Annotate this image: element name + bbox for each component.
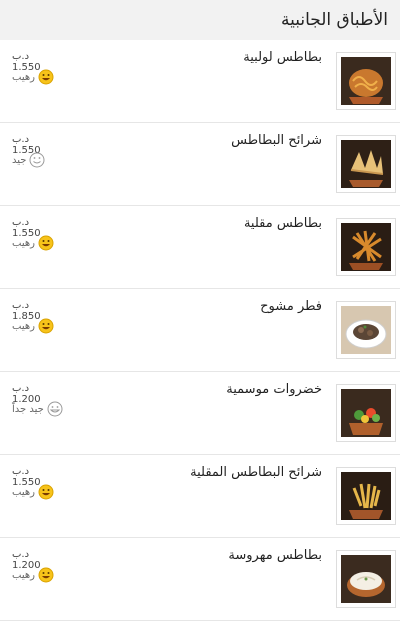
dish-name: خضروات موسمية — [226, 382, 322, 397]
happy-face-icon — [38, 567, 54, 583]
section-header: الأطباق الجانبية — [0, 0, 400, 40]
currency-label: د.ب — [12, 466, 30, 477]
rating-label: رهيب — [12, 320, 35, 332]
rating-label: جيد جداً — [12, 403, 44, 415]
happy-face-icon — [38, 484, 54, 500]
menu-item-row[interactable]: فطر مشوح د.ب 1.850 رهيب — [0, 289, 400, 372]
menu-list: بطاطس لولبية د.ب 1.550 رهيب شرائح البطاط… — [0, 40, 400, 621]
menu-item-row[interactable]: بطاطس مقلية د.ب 1.550 رهيب — [0, 206, 400, 289]
happy-face-icon — [38, 235, 54, 251]
dish-name: فطر مشوح — [260, 299, 322, 314]
section-title: الأطباق الجانبية — [280, 10, 388, 30]
rating-label: جيد — [12, 154, 27, 166]
happy-face-icon — [38, 69, 54, 85]
potato-wedges-image — [341, 140, 391, 188]
dish-thumbnail[interactable] — [336, 135, 396, 193]
seasonal-vegetables-image — [341, 389, 391, 437]
smile-face-icon — [29, 152, 45, 168]
rating: رهيب — [12, 318, 54, 334]
rating-label: رهيب — [12, 486, 35, 498]
currency-label: د.ب — [12, 51, 30, 62]
french-fries-image — [341, 223, 391, 271]
dish-name: شرائح البطاطس — [231, 133, 322, 148]
dish-thumbnail[interactable] — [336, 384, 396, 442]
rating: رهيب — [12, 567, 54, 583]
dish-name: شرائح البطاطس المقلية — [190, 465, 322, 480]
currency-label: د.ب — [12, 383, 30, 394]
rating-label: رهيب — [12, 237, 35, 249]
dish-name: بطاطس مهروسة — [228, 548, 322, 563]
menu-item-row[interactable]: خضروات موسمية د.ب 1.200 جيد جداً — [0, 372, 400, 455]
fried-potato-slices-image — [341, 472, 391, 520]
menu-item-row[interactable]: بطاطس لولبية د.ب 1.550 رهيب — [0, 40, 400, 123]
currency-label: د.ب — [12, 300, 30, 311]
dish-thumbnail[interactable] — [336, 218, 396, 276]
grin-face-icon — [47, 401, 63, 417]
dish-name: بطاطس لولبية — [243, 50, 322, 65]
sauteed-mushrooms-image — [341, 306, 391, 354]
rating: جيد جداً — [12, 401, 63, 417]
dish-name: بطاطس مقلية — [243, 216, 322, 231]
dish-thumbnail[interactable] — [336, 467, 396, 525]
dish-thumbnail[interactable] — [336, 52, 396, 110]
rating: رهيب — [12, 235, 54, 251]
happy-face-icon — [38, 318, 54, 334]
menu-item-row[interactable]: شرائح البطاطس د.ب 1.550 جيد — [0, 123, 400, 206]
currency-label: د.ب — [12, 134, 30, 145]
rating-label: رهيب — [12, 71, 35, 83]
rating-label: رهيب — [12, 569, 35, 581]
curly-fries-image — [341, 57, 391, 105]
mashed-potatoes-image — [341, 555, 391, 603]
dish-thumbnail[interactable] — [336, 301, 396, 359]
rating: رهيب — [12, 484, 54, 500]
rating: رهيب — [12, 69, 54, 85]
currency-label: د.ب — [12, 549, 30, 560]
menu-item-row[interactable]: شرائح البطاطس المقلية د.ب 1.550 رهيب — [0, 455, 400, 538]
dish-thumbnail[interactable] — [336, 550, 396, 608]
currency-label: د.ب — [12, 217, 30, 228]
rating: جيد — [12, 152, 45, 168]
